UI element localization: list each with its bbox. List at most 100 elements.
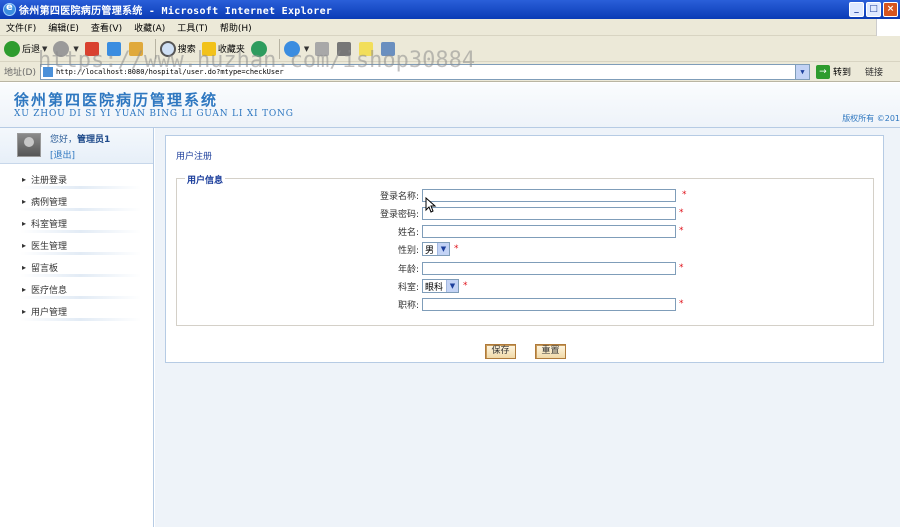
sidebar-item-label: 科室管理 <box>31 219 68 230</box>
department-select[interactable]: 眼科 ▼ <box>422 279 459 293</box>
address-bar: 地址(D) http://localhost:8080/hospital/use… <box>0 62 900 82</box>
search-label: 搜索 <box>177 45 196 55</box>
sidebar-item-label: 注册登录 <box>31 175 68 186</box>
chevron-down-icon[interactable]: ▼ <box>304 45 309 53</box>
sidebar-item-cases[interactable]: 病例管理 <box>0 190 153 212</box>
favorites-button[interactable]: 收藏夹 <box>201 41 245 56</box>
menu-bar: 文件(F) 编辑(E) 查看(V) 收藏(A) 工具(T) 帮助(H) <box>0 19 900 36</box>
go-arrow-icon: → <box>815 64 830 79</box>
menu-favorites[interactable]: 收藏(A) <box>128 21 171 34</box>
maximize-button[interactable]: □ <box>866 2 881 17</box>
forward-arrow-icon <box>53 40 70 57</box>
gender-value: 男 <box>425 245 435 256</box>
user-greeting: 您好，管理员1 <box>50 132 110 145</box>
logout-link[interactable]: [退出] <box>50 148 75 161</box>
history-button[interactable] <box>250 40 269 57</box>
toolbar-separator <box>154 38 156 59</box>
chevron-down-icon[interactable]: ▼ <box>73 45 78 53</box>
windows-logo-icon <box>876 19 900 36</box>
ie-logo-icon <box>3 2 16 16</box>
required-mark: * <box>679 299 684 309</box>
avatar <box>17 133 41 157</box>
menu-help[interactable]: 帮助(H) <box>214 21 258 34</box>
required-mark: * <box>679 208 684 218</box>
search-icon <box>159 40 176 57</box>
save-button[interactable]: 保存 <box>485 344 516 359</box>
main-content: 用户注册 用户信息 登录名称: * 登录密码: * 姓名: * 性别: 男 ▼ … <box>155 128 900 527</box>
required-mark: * <box>679 226 684 236</box>
sidebar-item-label: 医生管理 <box>31 241 68 252</box>
menu-file[interactable]: 文件(F) <box>0 21 42 34</box>
links-button[interactable]: 链接 <box>865 65 883 78</box>
sidebar: 您好，管理员1 [退出] 注册登录 病例管理 科室管理 医生管理 留言板 医疗信… <box>0 128 154 527</box>
site-subtitle: XU ZHOU DI SI YI YUAN BING LI GUAN LI XI… <box>14 109 294 119</box>
back-button[interactable]: 后退 ▼ <box>4 40 47 57</box>
back-arrow-icon <box>4 40 20 57</box>
title-input[interactable] <box>422 297 676 311</box>
print-button[interactable] <box>315 41 331 56</box>
required-mark: * <box>463 281 468 291</box>
page-icon <box>42 66 53 77</box>
stop-button[interactable] <box>84 41 101 56</box>
messenger-icon <box>381 41 396 56</box>
refresh-button[interactable] <box>106 41 123 56</box>
favorites-label: 收藏夹 <box>217 45 245 55</box>
form-panel: 用户注册 用户信息 登录名称: * 登录密码: * 姓名: * 性别: 男 ▼ … <box>165 135 884 363</box>
edit-icon <box>337 41 352 56</box>
mouse-cursor-icon <box>425 197 437 213</box>
gender-label: 性别: <box>397 245 419 256</box>
sidebar-item-label: 病例管理 <box>31 197 68 208</box>
user-name: 管理员1 <box>77 135 111 145</box>
menu-view[interactable]: 查看(V) <box>85 21 128 34</box>
sidebar-item-messages[interactable]: 留言板 <box>0 256 153 278</box>
window-titlebar: 徐州第四医院病历管理系统 - Microsoft Internet Explor… <box>0 0 900 19</box>
name-input[interactable] <box>422 224 676 238</box>
sidebar-item-register-login[interactable]: 注册登录 <box>0 168 153 190</box>
toolbar-separator <box>278 38 280 59</box>
stop-icon <box>84 41 99 56</box>
required-mark: * <box>679 263 684 273</box>
required-mark: * <box>454 244 459 254</box>
fieldset-legend: 用户信息 <box>185 173 226 186</box>
chevron-down-icon: ▼ <box>437 243 449 255</box>
site-header: 徐州第四医院病历管理系统 XU ZHOU DI SI YI YUAN BING … <box>0 83 900 128</box>
sidebar-item-medical-info[interactable]: 医疗信息 <box>0 278 153 300</box>
sidebar-item-doctors[interactable]: 医生管理 <box>0 234 153 256</box>
sidebar-item-departments[interactable]: 科室管理 <box>0 212 153 234</box>
menu-tools[interactable]: 工具(T) <box>171 21 214 34</box>
sidebar-item-label: 医疗信息 <box>31 285 68 296</box>
age-input[interactable] <box>422 261 676 275</box>
messenger-button[interactable] <box>381 41 397 56</box>
refresh-icon <box>106 41 121 56</box>
login-name-label: 登录名称: <box>379 191 419 202</box>
login-name-input[interactable] <box>422 188 676 202</box>
close-button[interactable]: × <box>883 2 898 17</box>
print-icon <box>315 41 330 56</box>
forward-button[interactable]: ▼ <box>53 40 79 57</box>
department-value: 眼科 <box>425 282 444 293</box>
minimize-button[interactable]: _ <box>849 2 864 17</box>
menu-edit[interactable]: 编辑(E) <box>42 21 85 34</box>
user-info-fieldset: 用户信息 登录名称: * 登录密码: * 姓名: * 性别: 男 ▼ * 年龄:… <box>176 173 874 326</box>
chevron-down-icon[interactable]: ▼ <box>42 45 47 53</box>
title-label: 职称: <box>397 300 419 311</box>
sidebar-item-users[interactable]: 用户管理 <box>0 300 153 322</box>
password-input[interactable] <box>422 206 676 220</box>
greeting-text: 您好， <box>50 135 78 145</box>
home-button[interactable] <box>128 41 145 56</box>
copyright: 版权所有 ©201 <box>842 114 900 123</box>
reset-button[interactable]: 重置 <box>535 344 566 359</box>
mail-icon <box>283 40 300 57</box>
user-box: 您好，管理员1 [退出] <box>0 128 153 164</box>
window-title: 徐州第四医院病历管理系统 - Microsoft Internet Explor… <box>19 6 333 17</box>
edit-button[interactable] <box>337 41 353 56</box>
back-label: 后退 <box>22 45 41 55</box>
chevron-down-icon[interactable]: ▼ <box>794 64 809 79</box>
search-button[interactable]: 搜索 <box>159 40 196 57</box>
address-input[interactable]: http://localhost:8080/hospital/user.do?m… <box>39 63 810 80</box>
go-button[interactable]: → 转到 <box>815 64 851 79</box>
password-label: 登录密码: <box>379 209 419 220</box>
gender-select[interactable]: 男 ▼ <box>422 242 450 256</box>
discuss-button[interactable] <box>359 41 375 56</box>
mail-button[interactable]: ▼ <box>283 40 309 57</box>
